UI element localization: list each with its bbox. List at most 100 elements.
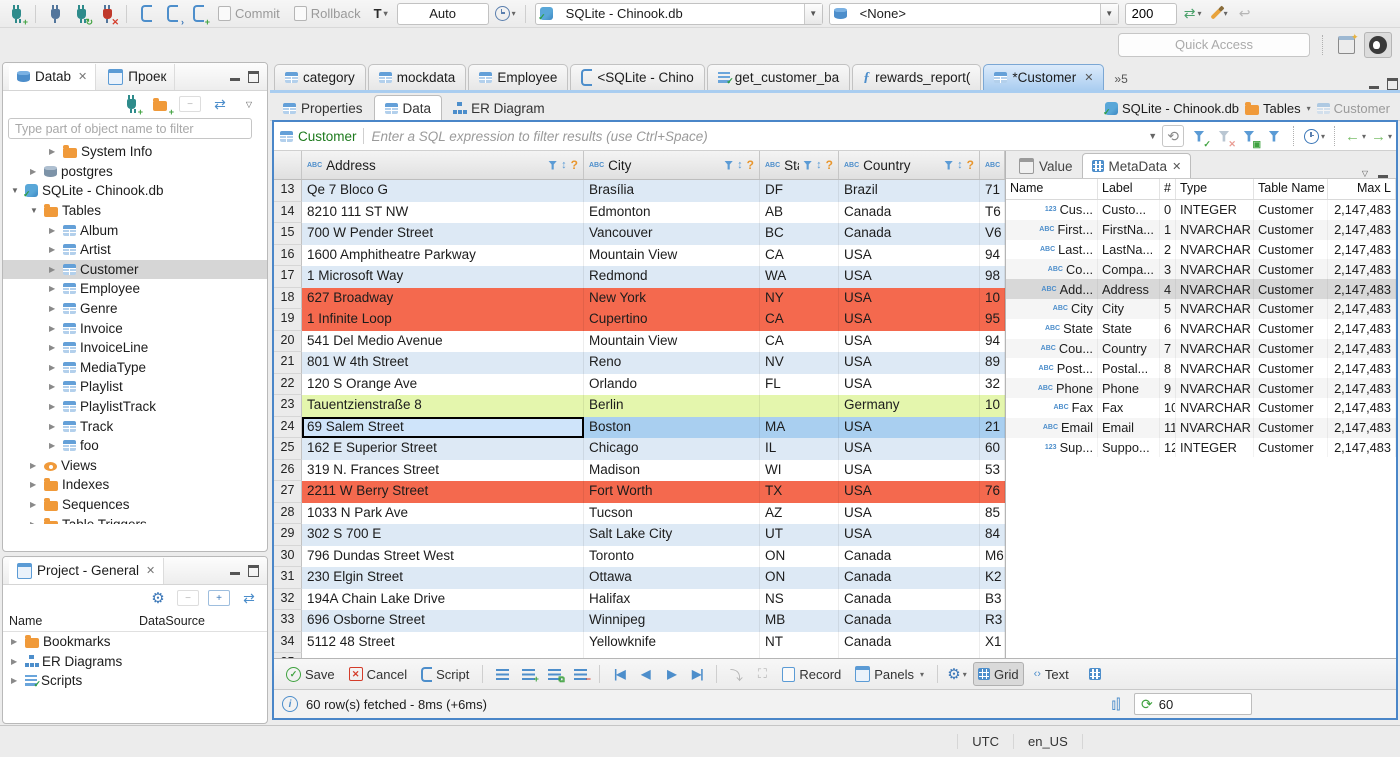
meta-column-max-l[interactable]: Max L [1328,179,1396,199]
tree-item-employee[interactable]: ▶ Employee [3,279,267,299]
cell-postalcode[interactable]: B3 [980,588,1005,610]
metadata-row-fax[interactable]: ABCFaxFax10NVARCHARCustomer2,147,483 [1006,397,1396,418]
cell-address[interactable]: 302 S 700 E [302,524,584,546]
cell-state[interactable] [760,395,839,417]
cell-city[interactable]: Toronto [584,545,760,567]
tree-expander-icon[interactable]: ▶ [49,422,59,431]
tree-expander-icon[interactable]: ▶ [30,520,40,524]
hidden-tabs-indicator[interactable]: »5 [1114,72,1127,86]
tree-item-views[interactable]: ▶ Views [3,456,267,476]
cell-postalcode[interactable]: 94 [980,330,1005,352]
grid-view-button[interactable]: Grid [973,662,1024,686]
cell-postalcode[interactable]: M6 [980,545,1005,567]
tree-item-postgres[interactable]: ▶ postgres [3,162,267,182]
row-number[interactable]: 31 [274,567,302,589]
database-dropdown-button[interactable]: ▼ [1099,3,1118,24]
row-number[interactable]: 14 [274,201,302,223]
cell-address[interactable]: 162 E Superior Street [302,438,584,460]
cell-state[interactable]: CA [760,330,839,352]
cell-city[interactable]: Edmonton [584,201,760,223]
editor-tab-sqlite-chino[interactable]: <SQLite - Chino [570,64,705,90]
cell-postalcode[interactable]: 53 [980,459,1005,481]
cell-address[interactable]: 700 W Pender Street [302,223,584,245]
cell-address[interactable]: 69 Salem Street [302,416,584,438]
meta-column-type[interactable]: Type [1176,179,1254,199]
cancel-button[interactable]: ✕ Cancel [345,663,411,685]
tab-er-diagram[interactable]: ER Diagram [442,95,556,120]
cell-postalcode[interactable]: 98 [980,266,1005,288]
connect-icon[interactable] [45,3,65,25]
cell-state[interactable]: WA [760,266,839,288]
cell-state[interactable]: UT [760,524,839,546]
minimize-icon[interactable] [1369,85,1379,89]
link-with-editor-icon[interactable]: ⇄ [210,93,230,115]
cell-address[interactable]: Qe 7 Bloco G [302,180,584,202]
commit-button[interactable]: Commit [214,3,284,25]
collapse-all-icon[interactable]: − [179,96,201,112]
cell-city[interactable]: Winnipeg [584,610,760,632]
cell-state[interactable]: WI [760,459,839,481]
cell-address[interactable] [302,653,584,658]
metadata-row-compa[interactable]: ABC Co... Compa... 3 NVARCHAR Customer 2,147,4… [1006,259,1396,280]
rollback-button[interactable]: Rollback [290,3,365,25]
tree-expander-icon[interactable]: ▶ [49,265,59,274]
cell-city[interactable]: Fort Worth [584,481,760,503]
tree-expander-icon[interactable]: ▶ [11,637,21,646]
column-name[interactable]: Name [3,614,139,628]
cell-address[interactable]: 541 Del Medio Avenue [302,330,584,352]
editor-tab-category[interactable]: category [274,64,366,90]
metadata-row-lastna[interactable]: ABC Last... LastNa... 2 NVARCHAR Customer 2,14… [1006,239,1396,260]
cell-state[interactable]: NS [760,588,839,610]
tree-expander-icon[interactable]: ▶ [49,245,59,254]
disconnect-icon[interactable]: ✕ [97,3,119,26]
filter-history-dropdown-icon[interactable]: ▼ [1148,131,1157,141]
row-number[interactable]: 34 [274,631,302,653]
view-menu-icon[interactable]: ▽ [1362,169,1368,178]
cell-address[interactable]: 801 W 4th Street [302,352,584,374]
cell-postalcode[interactable]: R3 [980,610,1005,632]
reconnect-icon[interactable]: ↻ [71,3,93,26]
cell-country[interactable]: Brazil [839,180,980,202]
tree-item-album[interactable]: ▶ Album [3,220,267,240]
metadata-row-state[interactable]: ABC State State 6 NVARCHAR Customer 2,147,483 [1006,318,1396,339]
refresh-count-box[interactable]: ⟳ 60 [1134,693,1252,715]
cell-postalcode[interactable]: T6 [980,201,1005,223]
cell-state[interactable]: AZ [760,502,839,524]
settings-gear-icon[interactable]: ⚙ ▾ [947,663,967,685]
cell-address[interactable]: 696 Osborne Street [302,610,584,632]
cell-address[interactable]: 319 N. Frances Street [302,459,584,481]
cell-postalcode[interactable]: 60 [980,438,1005,460]
new-folder-icon[interactable]: + [150,93,174,117]
meta-column-x[interactable]: # [1160,179,1176,199]
filter-funnel-icon[interactable] [548,160,558,170]
sort-icon[interactable]: ↕ [816,159,822,171]
cell-city[interactable]: Mountain View [584,330,760,352]
cell-postalcode[interactable]: 85 [980,502,1005,524]
remove-filter-icon[interactable]: ✕ [1214,125,1236,149]
save-filter-icon[interactable]: ▣ [1239,125,1261,149]
tree-expander-icon[interactable]: ▶ [49,324,59,333]
open-perspective-icon[interactable] [1336,32,1358,56]
cell-city[interactable]: Brasília [584,180,760,202]
tab-value[interactable]: Value [1010,154,1082,178]
row-number[interactable]: 29 [274,524,302,546]
cell-city[interactable]: Salt Lake City [584,524,760,546]
tree-item-invoice[interactable]: ▶ Invoice [3,318,267,338]
first-row-icon[interactable]: |◀ [609,663,629,685]
cell-address[interactable]: 2211 W Berry Street [302,481,584,503]
tree-item-invoiceline[interactable]: ▶ InvoiceLine [3,338,267,358]
metadata-row-postal[interactable]: ABC Post... Postal... 8 NVARCHAR Customer 2,14… [1006,358,1396,379]
metadata-row-firstna[interactable]: ABC First... FirstNa... 1 NVARCHAR Customer 2,… [1006,219,1396,240]
cell-state[interactable]: ON [760,545,839,567]
refresh-toggle-icon[interactable]: ⇄ ▾ [1183,3,1203,25]
cell-postalcode[interactable]: 76 [980,481,1005,503]
tree-expander-icon[interactable]: ▶ [49,343,59,352]
cell-city[interactable]: Ottawa [584,567,760,589]
cell-country[interactable]: USA [839,352,980,374]
metadata-row-city[interactable]: ABC City City 5 NVARCHAR Customer 2,147,483 [1006,298,1396,319]
new-connection-icon[interactable]: + [121,93,143,117]
cell-postalcode[interactable]: 89 [980,352,1005,374]
tree-item-genre[interactable]: ▶ Genre [3,299,267,319]
row-number[interactable]: 16 [274,244,302,266]
row-number[interactable]: 24 [274,416,302,438]
